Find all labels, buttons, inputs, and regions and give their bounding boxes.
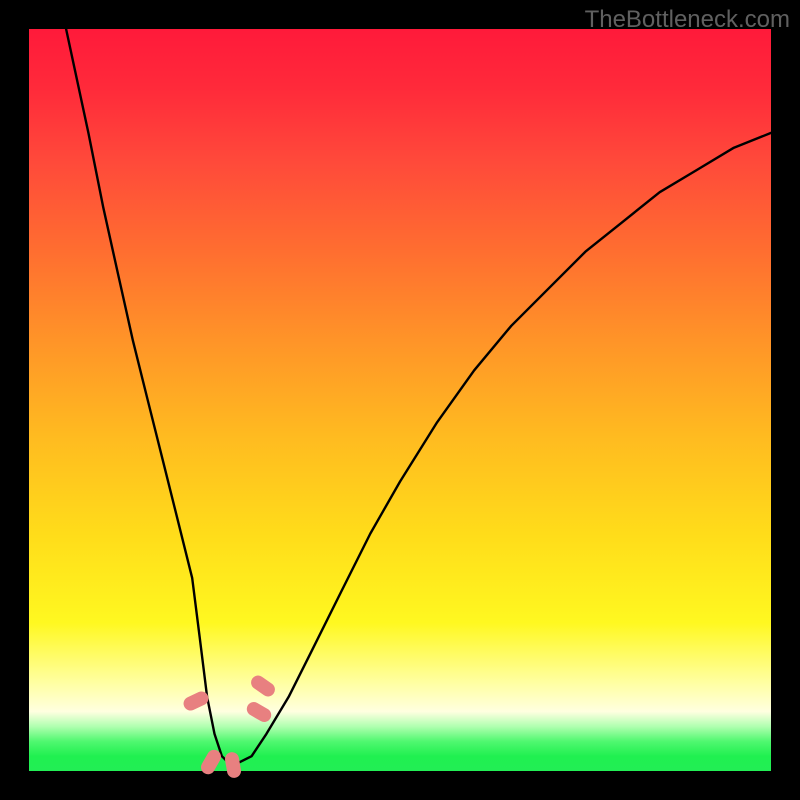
watermark-text: TheBottleneck.com — [585, 6, 790, 34]
bottleneck-curve — [29, 29, 771, 771]
chart-plot-area — [29, 29, 771, 771]
